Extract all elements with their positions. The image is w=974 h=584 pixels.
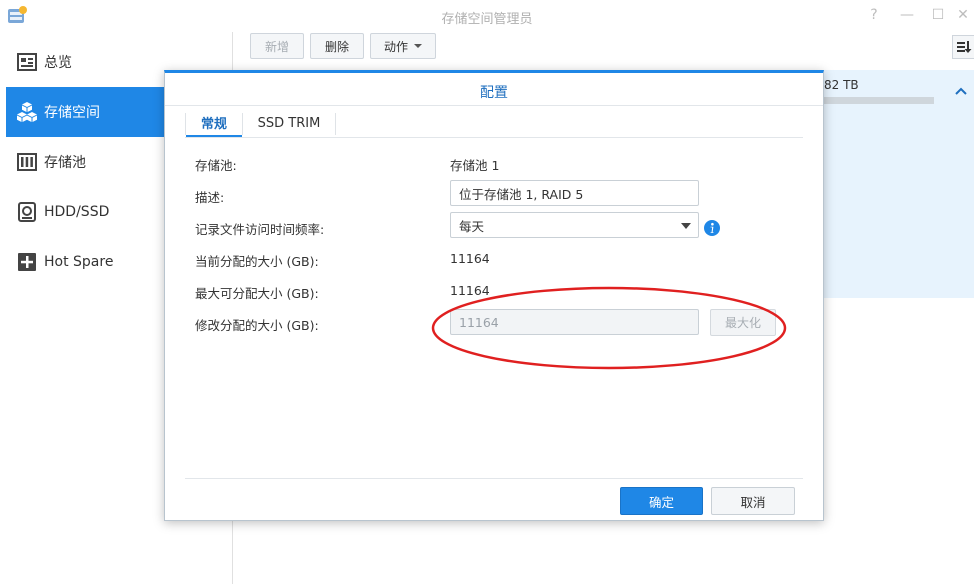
sidebar-item-volume[interactable]: 存储空间 xyxy=(6,87,166,137)
maximize-size-button[interactable]: 最大化 xyxy=(710,309,776,336)
access-frequency-label: 记录文件访问时间频率: xyxy=(195,222,325,237)
divider xyxy=(335,113,336,135)
pool-label: 存储池: xyxy=(195,158,237,173)
sidebar-item-storage-pool[interactable]: 存储池 xyxy=(6,137,166,187)
title-bar: 存储空间管理员 ? — ☐ ✕ xyxy=(0,0,974,32)
overview-icon xyxy=(16,51,38,73)
sidebar-item-hdd-ssd[interactable]: HDD/SSD xyxy=(6,187,166,237)
modify-size-label: 修改分配的大小 (GB): xyxy=(195,318,319,333)
description-label: 描述: xyxy=(195,190,225,205)
window-title: 存储空间管理员 xyxy=(441,12,533,27)
tab-general[interactable]: 常规 xyxy=(186,109,242,137)
sort-icon xyxy=(957,41,972,53)
sidebar-item-label: 存储池 xyxy=(44,155,86,171)
dialog-title: 配置 xyxy=(480,85,508,101)
current-size-value: 11164 xyxy=(450,251,490,266)
max-size-value: 11164 xyxy=(450,283,490,298)
settings-dialog: 配置 常规 SSD TRIM 存储池: 存储池 1 描述: 位于存储池 1, R… xyxy=(164,70,824,521)
sidebar-item-overview[interactable]: 总览 xyxy=(6,37,166,87)
pool-value: 存储池 1 xyxy=(450,158,500,173)
description-input[interactable]: 位于存储池 1, RAID 5 xyxy=(450,180,699,206)
divider xyxy=(185,137,803,138)
sort-button[interactable] xyxy=(952,35,974,59)
action-dropdown-button[interactable]: 动作 xyxy=(370,33,436,59)
info-icon[interactable] xyxy=(704,220,720,236)
create-button[interactable]: 新增 xyxy=(250,33,304,59)
maximize-button[interactable]: ☐ xyxy=(928,6,948,24)
modify-size-input[interactable]: 11164 xyxy=(450,309,699,335)
sidebar-item-label: 存储空间 xyxy=(44,105,100,121)
access-frequency-select[interactable]: 每天 xyxy=(450,212,699,238)
max-size-label: 最大可分配大小 (GB): xyxy=(195,286,319,301)
sidebar-item-label: Hot Spare xyxy=(44,254,114,270)
cancel-button[interactable]: 取消 xyxy=(711,487,795,515)
sidebar-item-label: 总览 xyxy=(44,55,72,71)
action-label: 动作 xyxy=(383,39,408,54)
caret-down-icon xyxy=(681,223,691,229)
minimize-button[interactable]: — xyxy=(897,6,917,24)
sidebar-item-hot-spare[interactable]: Hot Spare xyxy=(6,237,166,287)
help-button[interactable]: ? xyxy=(864,6,884,24)
ok-button[interactable]: 确定 xyxy=(620,487,703,515)
volume-size-text: 82 TB xyxy=(824,78,859,92)
hot-spare-icon xyxy=(16,251,38,273)
close-button[interactable]: ✕ xyxy=(953,6,973,24)
sidebar-item-label: HDD/SSD xyxy=(44,204,110,220)
caret-down-icon xyxy=(414,44,422,48)
description-value: 位于存储池 1, RAID 5 xyxy=(459,186,584,202)
volume-cubes-icon xyxy=(16,101,38,123)
usage-bar xyxy=(824,97,934,104)
modify-size-value: 11164 xyxy=(459,314,499,330)
delete-button[interactable]: 删除 xyxy=(310,33,364,59)
access-frequency-value: 每天 xyxy=(459,218,485,234)
current-size-label: 当前分配的大小 (GB): xyxy=(195,254,319,269)
tab-ssd-trim[interactable]: SSD TRIM xyxy=(243,109,335,137)
chevron-up-icon[interactable] xyxy=(954,84,968,98)
divider xyxy=(165,105,823,106)
storage-pool-icon xyxy=(16,151,38,173)
hdd-icon xyxy=(16,201,38,223)
divider xyxy=(185,478,803,479)
